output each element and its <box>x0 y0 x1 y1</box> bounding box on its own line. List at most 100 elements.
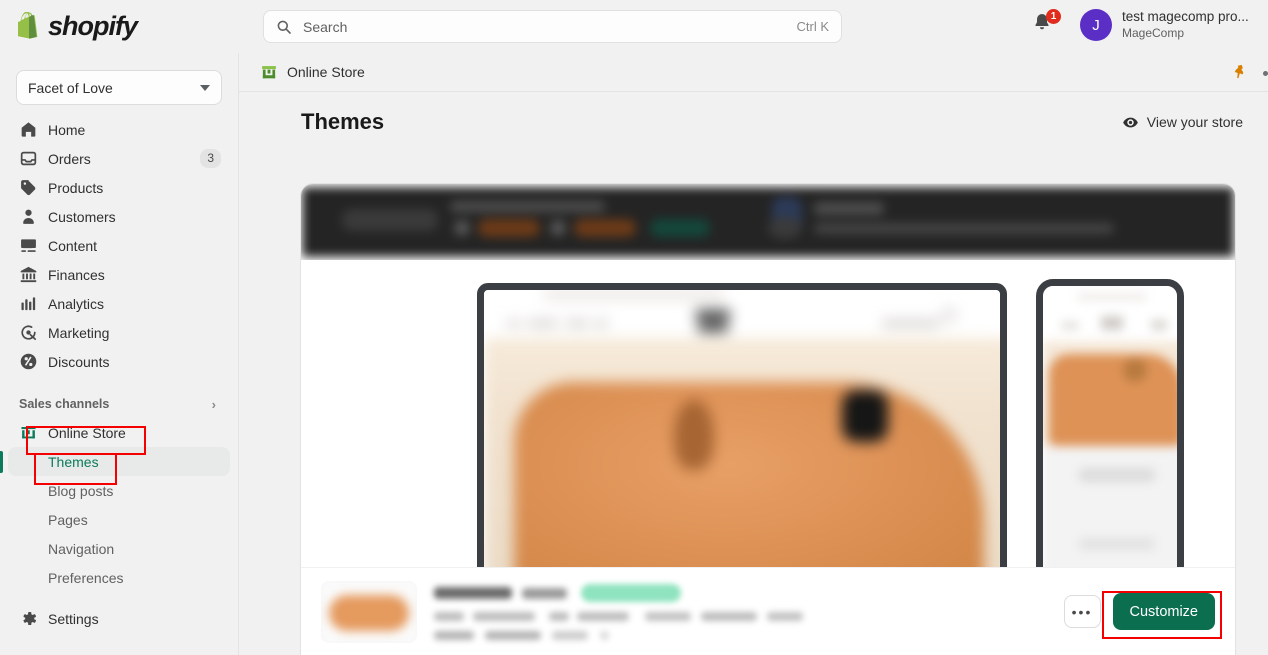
more-actions-button[interactable]: ••• <box>1063 595 1101 628</box>
chevron-right-icon: › <box>211 396 216 412</box>
account-name: test magecomp pro... <box>1122 9 1249 25</box>
shopify-logo-text: shopify <box>48 11 138 41</box>
theme-detail-text <box>552 631 588 640</box>
mobile-preview-frame <box>1036 279 1184 584</box>
breadcrumb-label[interactable]: Online Store <box>287 64 365 80</box>
view-your-store-label: View your store <box>1146 114 1243 130</box>
sidebar-item-online-store[interactable]: Online Store <box>8 418 230 447</box>
sidebar-item-customers[interactable]: Customers <box>8 202 230 231</box>
breadcrumb: Online Store <box>239 53 1268 92</box>
store-switcher[interactable]: Facet of Love <box>16 70 222 105</box>
desktop-preview-content <box>484 290 1000 576</box>
shopify-bag-icon <box>18 11 38 39</box>
notification-count-badge: 1 <box>1046 9 1061 24</box>
customize-button[interactable]: Customize <box>1112 593 1215 630</box>
sidebar-item-preferences[interactable]: Preferences <box>8 563 230 592</box>
sidebar-item-label: Products <box>48 179 104 196</box>
shopify-logo[interactable]: shopify <box>0 0 240 53</box>
desktop-preview-frame <box>477 283 1007 583</box>
theme-detail-text <box>767 612 803 621</box>
sidebar-item-marketing[interactable]: Marketing <box>8 318 230 347</box>
store-switcher-label: Facet of Love <box>28 79 113 96</box>
eye-icon <box>1122 117 1138 127</box>
theme-detail-text <box>434 612 464 621</box>
theme-detail-text <box>473 612 535 621</box>
theme-detail-text <box>701 612 757 621</box>
storefront-icon <box>21 426 36 439</box>
sidebar-item-navigation[interactable]: Navigation <box>8 534 230 563</box>
sidebar-item-analytics[interactable]: Analytics <box>8 289 230 318</box>
home-icon <box>21 122 36 137</box>
announcement-strip <box>301 184 1235 260</box>
search-shortcut: Ctrl K <box>796 19 830 34</box>
view-your-store-link[interactable]: View your store <box>1122 114 1243 131</box>
sales-channels-header[interactable]: Sales channels › <box>8 392 230 416</box>
search-input[interactable]: Search Ctrl K <box>263 10 842 43</box>
main-content: Online Store Themes View your store ••• … <box>239 53 1268 655</box>
page-header: Themes View your store <box>239 92 1268 152</box>
sidebar-item-label: Marketing <box>48 324 110 341</box>
theme-detail-text <box>434 631 474 640</box>
device-previews <box>301 269 1235 601</box>
finances-bank-icon <box>20 266 37 283</box>
search-icon <box>277 20 291 34</box>
account-menu[interactable]: J test magecomp pro... MageComp <box>1080 9 1249 41</box>
theme-version <box>522 587 567 599</box>
storefront-green-icon <box>262 66 276 79</box>
page-title: Themes <box>301 109 385 134</box>
sidebar: Facet of Love Home Orders 3 Products Cus… <box>0 53 239 655</box>
sidebar-item-label: Online Store <box>48 424 126 441</box>
avatar: J <box>1080 9 1112 41</box>
theme-card: ••• Customize <box>301 184 1235 655</box>
sidebar-item-products[interactable]: Products <box>8 173 230 202</box>
sidebar-item-label: Analytics <box>48 295 105 312</box>
sidebar-item-label: Settings <box>48 610 99 627</box>
theme-preview[interactable] <box>301 184 1235 601</box>
theme-detail-text <box>485 631 541 640</box>
search-placeholder: Search <box>303 18 348 35</box>
theme-detail-text <box>577 612 629 621</box>
announcement-strip-blurred-content <box>302 187 1234 257</box>
discounts-percent-icon <box>20 353 37 370</box>
theme-name <box>434 587 512 599</box>
theme-info-bar: ••• Customize <box>301 567 1235 655</box>
theme-detail-text <box>549 612 569 621</box>
theme-detail-text <box>600 631 609 640</box>
overflow-menu-dot[interactable] <box>1263 71 1268 76</box>
sidebar-item-orders[interactable]: Orders 3 <box>8 144 230 173</box>
products-tag-icon <box>21 180 36 196</box>
theme-detail-text <box>645 612 691 621</box>
sidebar-item-content[interactable]: Content <box>8 231 230 260</box>
marketing-megaphone-icon <box>21 325 37 341</box>
sidebar-item-themes[interactable]: Themes <box>8 447 230 476</box>
sidebar-item-label: Discounts <box>48 353 110 370</box>
sidebar-item-finances[interactable]: Finances <box>8 260 230 289</box>
sidebar-item-settings[interactable]: Settings <box>8 604 230 633</box>
theme-meta <box>434 583 1064 640</box>
right-gutter <box>1246 92 1268 655</box>
top-bar: shopify Search Ctrl K 1 J test magecomp … <box>0 0 1268 53</box>
theme-thumbnail <box>321 580 417 643</box>
sidebar-item-home[interactable]: Home <box>8 115 230 144</box>
sidebar-subitem-label: Blog posts <box>48 482 114 499</box>
content-image-icon <box>21 239 36 252</box>
sidebar-subitem-label: Navigation <box>48 540 115 557</box>
pin-icon[interactable] <box>1231 63 1248 80</box>
sidebar-item-blog-posts[interactable]: Blog posts <box>8 476 230 505</box>
gear-icon <box>23 611 36 626</box>
sidebar-subitem-label: Pages <box>48 511 88 528</box>
sidebar-item-label: Content <box>48 237 98 254</box>
sidebar-item-label: Orders <box>48 150 91 167</box>
theme-thumbnail-image <box>321 580 417 643</box>
sidebar-item-discounts[interactable]: Discounts <box>8 347 230 376</box>
notifications-button[interactable]: 1 <box>1032 9 1061 40</box>
sidebar-subitem-label: Preferences <box>48 569 124 586</box>
chevron-down-icon <box>200 84 210 91</box>
orders-count-badge: 3 <box>200 149 221 168</box>
theme-status-badge <box>581 584 681 602</box>
sidebar-item-label: Finances <box>48 266 105 283</box>
sidebar-item-pages[interactable]: Pages <box>8 505 230 534</box>
sidebar-item-label: Home <box>48 121 86 138</box>
orders-icon <box>20 151 37 166</box>
sidebar-subitem-label: Themes <box>48 453 99 470</box>
